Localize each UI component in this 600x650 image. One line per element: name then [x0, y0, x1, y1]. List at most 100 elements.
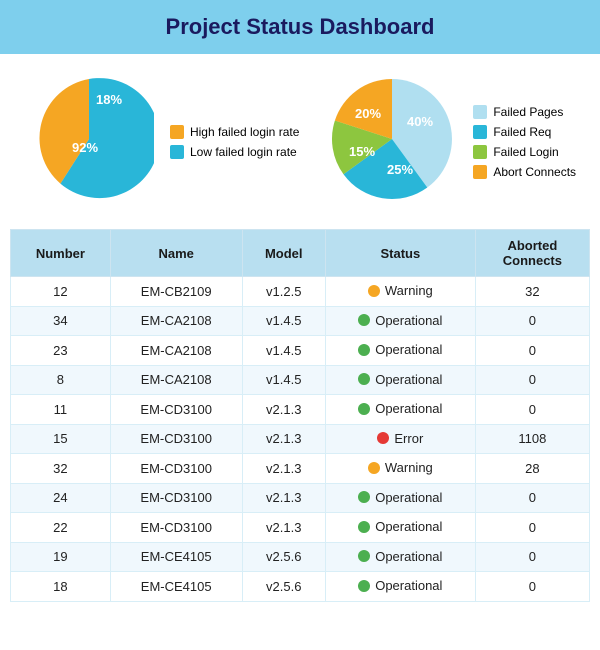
table-header-row: Number Name Model Status AbortedConnects — [11, 230, 590, 277]
svg-text:25%: 25% — [387, 162, 413, 177]
status-dot — [358, 491, 370, 503]
svg-text:15%: 15% — [349, 144, 375, 159]
cell-status: Operational — [325, 513, 475, 543]
status-table: Number Name Model Status AbortedConnects… — [10, 229, 590, 602]
cell-name: EM-CD3100 — [110, 454, 242, 484]
status-badge: Operational — [358, 372, 442, 387]
status-label: Operational — [375, 342, 442, 357]
table-row: 11 EM-CD3100 v2.1.3 Operational 0 — [11, 395, 590, 425]
col-number: Number — [11, 230, 111, 277]
cell-name: EM-CE4105 — [110, 542, 242, 572]
cell-status: Error — [325, 424, 475, 454]
cell-number: 34 — [11, 306, 111, 336]
cell-number: 12 — [11, 277, 111, 307]
cell-aborted: 1108 — [475, 424, 589, 454]
table-row: 12 EM-CB2109 v1.2.5 Warning 32 — [11, 277, 590, 307]
cell-status: Operational — [325, 306, 475, 336]
status-dot — [368, 285, 380, 297]
cell-name: EM-CD3100 — [110, 513, 242, 543]
chart2-legend: Failed Pages Failed Req Failed Login Abo… — [473, 105, 576, 179]
cell-number: 18 — [11, 572, 111, 602]
chart2-pie: 40% 25% 15% 20% — [327, 74, 457, 209]
cell-number: 32 — [11, 454, 111, 484]
status-badge: Operational — [358, 401, 442, 416]
legend-item: Failed Pages — [473, 105, 576, 119]
legend-color — [473, 105, 487, 119]
table-row: 23 EM-CA2108 v1.4.5 Operational 0 — [11, 336, 590, 366]
chart1-pie: 92% 18% — [24, 74, 154, 209]
svg-text:92%: 92% — [72, 140, 98, 155]
cell-name: EM-CA2108 — [110, 336, 242, 366]
page-header: Project Status Dashboard — [0, 0, 600, 54]
cell-number: 24 — [11, 483, 111, 513]
status-badge: Operational — [358, 490, 442, 505]
legend-label: Low failed login rate — [190, 145, 297, 159]
cell-status: Operational — [325, 395, 475, 425]
status-badge: Warning — [368, 460, 433, 475]
cell-aborted: 0 — [475, 572, 589, 602]
cell-name: EM-CD3100 — [110, 395, 242, 425]
legend-color — [473, 145, 487, 159]
cell-status: Operational — [325, 336, 475, 366]
cell-status: Warning — [325, 277, 475, 307]
cell-name: EM-CA2108 — [110, 306, 242, 336]
legend-label: Failed Req — [493, 125, 551, 139]
status-badge: Warning — [368, 283, 433, 298]
table-row: 32 EM-CD3100 v2.1.3 Warning 28 — [11, 454, 590, 484]
status-dot — [358, 344, 370, 356]
svg-text:40%: 40% — [407, 114, 433, 129]
legend-item: High failed login rate — [170, 125, 299, 139]
status-dot — [377, 432, 389, 444]
legend-color — [473, 125, 487, 139]
cell-name: EM-CE4105 — [110, 572, 242, 602]
cell-name: EM-CB2109 — [110, 277, 242, 307]
cell-number: 19 — [11, 542, 111, 572]
legend-label: High failed login rate — [190, 125, 299, 139]
status-label: Operational — [375, 313, 442, 328]
cell-number: 23 — [11, 336, 111, 366]
table-row: 18 EM-CE4105 v2.5.6 Operational 0 — [11, 572, 590, 602]
table-row: 19 EM-CE4105 v2.5.6 Operational 0 — [11, 542, 590, 572]
cell-aborted: 0 — [475, 542, 589, 572]
table-row: 34 EM-CA2108 v1.4.5 Operational 0 — [11, 306, 590, 336]
status-dot — [358, 403, 370, 415]
status-badge: Operational — [358, 313, 442, 328]
status-badge: Operational — [358, 578, 442, 593]
cell-number: 22 — [11, 513, 111, 543]
status-label: Error — [394, 431, 423, 446]
cell-model: v2.1.3 — [242, 454, 325, 484]
charts-section: 92% 18% High failed login rate Low faile… — [0, 54, 600, 219]
legend-color — [473, 165, 487, 179]
col-status: Status — [325, 230, 475, 277]
legend-item: Failed Req — [473, 125, 576, 139]
status-dot — [358, 314, 370, 326]
col-aborted: AbortedConnects — [475, 230, 589, 277]
cell-model: v2.5.6 — [242, 572, 325, 602]
cell-number: 11 — [11, 395, 111, 425]
cell-model: v2.1.3 — [242, 513, 325, 543]
cell-model: v2.1.3 — [242, 424, 325, 454]
cell-model: v2.1.3 — [242, 483, 325, 513]
cell-aborted: 0 — [475, 306, 589, 336]
cell-status: Operational — [325, 542, 475, 572]
status-dot — [358, 550, 370, 562]
svg-text:18%: 18% — [96, 92, 122, 107]
cell-aborted: 32 — [475, 277, 589, 307]
cell-model: v1.4.5 — [242, 306, 325, 336]
cell-status: Operational — [325, 572, 475, 602]
status-label: Operational — [375, 372, 442, 387]
legend-item: Failed Login — [473, 145, 576, 159]
cell-number: 15 — [11, 424, 111, 454]
status-dot — [368, 462, 380, 474]
cell-model: v1.4.5 — [242, 336, 325, 366]
chart1-legend: High failed login rate Low failed login … — [170, 125, 299, 159]
page-title: Project Status Dashboard — [166, 14, 435, 39]
chart1-container: 92% 18% High failed login rate Low faile… — [24, 74, 299, 209]
cell-model: v1.4.5 — [242, 365, 325, 395]
legend-label: Failed Pages — [493, 105, 563, 119]
status-dot — [358, 521, 370, 533]
cell-aborted: 0 — [475, 483, 589, 513]
cell-aborted: 0 — [475, 395, 589, 425]
status-badge: Operational — [358, 549, 442, 564]
legend-color — [170, 125, 184, 139]
